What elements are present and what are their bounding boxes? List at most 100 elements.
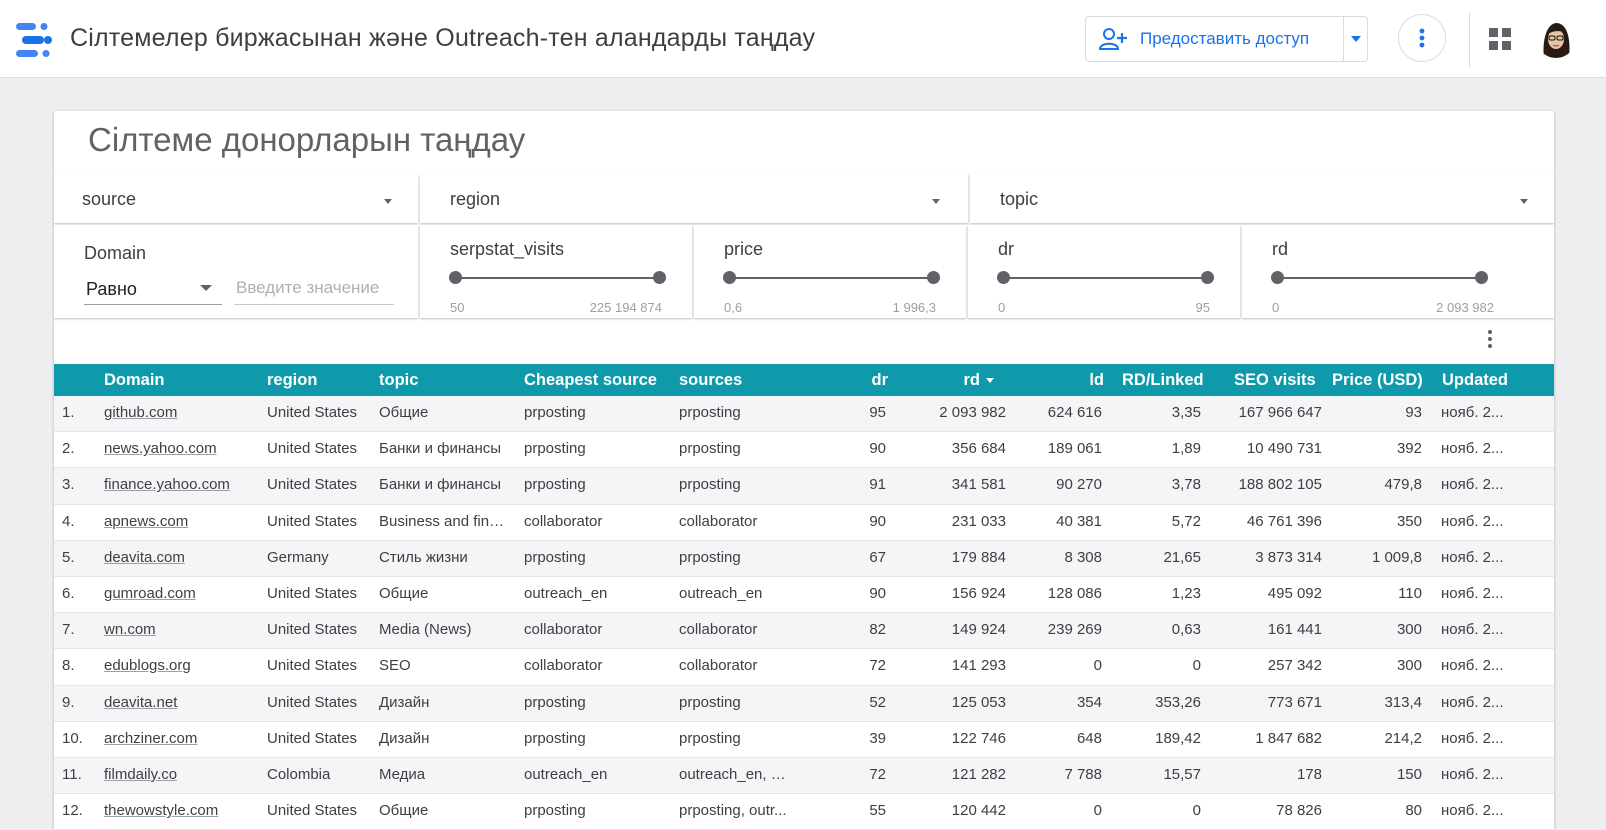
- rd-linked-cell: 353,26: [1155, 693, 1201, 711]
- share-button[interactable]: Предоставить доступ: [1086, 17, 1344, 61]
- rd-slider: rd 0 2 093 982: [1242, 225, 1554, 318]
- updated-cell: нояб. 2...: [1441, 404, 1504, 421]
- share-options-dropdown[interactable]: [1344, 17, 1368, 61]
- table-options-button[interactable]: [1480, 327, 1500, 351]
- slider-max-handle[interactable]: [1475, 271, 1488, 284]
- column-header-updated[interactable]: Updated: [1442, 364, 1508, 396]
- column-header-rd-label: rd: [963, 371, 981, 389]
- domain-link[interactable]: github.com: [104, 396, 254, 432]
- column-header-ld[interactable]: ld: [1014, 364, 1104, 396]
- table-row[interactable]: 12. thewowstyle.com United States Общие prpo…: [54, 794, 1554, 830]
- table-row[interactable]: 4. apnews.com United States Business and fi…: [54, 504, 1554, 541]
- slider-track[interactable]: [1277, 277, 1481, 279]
- slider-min-value: 0: [998, 300, 1006, 315]
- column-header-sources[interactable]: sources: [679, 364, 742, 396]
- ld-cell: 0: [1093, 802, 1102, 820]
- table-row[interactable]: 9. deavita.net United States Дизайн prpostin…: [54, 685, 1554, 722]
- table-row[interactable]: 10. archziner.com United States Дизайн prpos…: [54, 721, 1554, 758]
- price-cell: 392: [1396, 440, 1422, 458]
- domain-link[interactable]: apnews.com: [104, 505, 254, 541]
- report-name[interactable]: Сілтемелер биржасынан және Outreach-тен …: [70, 24, 815, 53]
- slider-min-handle[interactable]: [723, 271, 736, 284]
- caret-down-icon: [1351, 36, 1361, 42]
- domain-link[interactable]: deavita.com: [104, 541, 254, 577]
- domain-value-input[interactable]: [234, 271, 394, 305]
- updated-cell: нояб. 2...: [1441, 440, 1504, 458]
- table-row[interactable]: 5. deavita.com Germany Стиль жизни prposting…: [54, 540, 1554, 577]
- domain-link[interactable]: news.yahoo.com: [104, 432, 254, 468]
- cheapest-source-cell: outreach_en: [524, 765, 608, 783]
- table-row[interactable]: 3. finance.yahoo.com United States Банки и …: [54, 468, 1554, 505]
- table-header: Domain region topic Cheapest source sour…: [54, 364, 1554, 396]
- price-cell: 1 009,8: [1371, 548, 1422, 566]
- apps-grid-icon: [1489, 28, 1511, 50]
- column-header-price[interactable]: Price (USD): [1332, 364, 1423, 396]
- column-header-rd-linked[interactable]: RD/Linked: [1122, 364, 1204, 396]
- rd-linked-cell: 0: [1192, 802, 1201, 820]
- table-row[interactable]: 6. gumroad.com United States Общие outreach_…: [54, 576, 1554, 614]
- rd-cell: 125 053: [951, 693, 1006, 711]
- ld-cell: 0: [1093, 657, 1102, 675]
- topic-filter[interactable]: topic: [970, 174, 1554, 223]
- column-header-cheapest-source[interactable]: Cheapest source: [524, 364, 657, 396]
- domain-link[interactable]: thewowstyle.com: [104, 794, 254, 830]
- region-filter[interactable]: region: [420, 174, 968, 223]
- slider-min-handle[interactable]: [449, 271, 462, 284]
- domain-operator-select[interactable]: Равно: [84, 271, 222, 305]
- table-row[interactable]: 11. filmdaily.co Colombia Медиа outreach_en o…: [54, 757, 1554, 795]
- domain-link[interactable]: edublogs.org: [104, 649, 254, 685]
- table-row[interactable]: 2. news.yahoo.com United States Банки и фин…: [54, 432, 1554, 469]
- column-header-seo-visits[interactable]: SEO visits: [1234, 364, 1316, 396]
- slider-max-handle[interactable]: [653, 271, 666, 284]
- region-cell: United States: [267, 476, 358, 494]
- row-number: 3.: [62, 476, 75, 494]
- more-options-button[interactable]: [1398, 14, 1446, 62]
- slider-label: rd: [1272, 239, 1289, 259]
- region-cell: United States: [267, 729, 358, 747]
- slider-max-value: 1 996,3: [892, 300, 936, 315]
- data-studio-logo-icon[interactable]: [16, 23, 54, 57]
- slider-track[interactable]: [729, 277, 933, 279]
- domain-link[interactable]: gumroad.com: [104, 577, 254, 613]
- column-header-region[interactable]: region: [267, 364, 317, 396]
- rd-linked-cell: 0,63: [1171, 621, 1201, 639]
- slider-min-handle[interactable]: [997, 271, 1010, 284]
- column-header-dr[interactable]: dr: [834, 364, 889, 396]
- caret-down-icon: [1520, 199, 1528, 204]
- source-filter[interactable]: source: [54, 174, 418, 223]
- column-header-topic[interactable]: topic: [379, 364, 418, 396]
- region-cell: United States: [267, 802, 358, 820]
- slider-label: serpstat_visits: [450, 239, 565, 259]
- slider-min-handle[interactable]: [1271, 271, 1284, 284]
- dr-cell: 95: [869, 404, 886, 421]
- topic-cell: Стиль жизни: [379, 548, 468, 566]
- apps-grid-button[interactable]: [1488, 27, 1512, 51]
- table-row[interactable]: 1. github.com United States Общие prposting p…: [54, 396, 1554, 433]
- domain-link[interactable]: filmdaily.co: [104, 758, 254, 794]
- domain-link[interactable]: finance.yahoo.com: [104, 468, 254, 504]
- seo-visits-cell: 188 802 105: [1238, 476, 1322, 494]
- domain-link[interactable]: wn.com: [104, 613, 254, 649]
- ld-cell: 40 381: [1056, 512, 1102, 530]
- topic-cell: Банки и финансы: [379, 440, 502, 458]
- region-cell: United States: [267, 512, 358, 530]
- domain-link[interactable]: deavita.net: [104, 686, 254, 722]
- slider-max-handle[interactable]: [927, 271, 940, 284]
- row-number: 4.: [62, 512, 75, 530]
- column-header-rd[interactable]: rd: [914, 364, 994, 396]
- slider-track[interactable]: [455, 277, 659, 279]
- rd-linked-cell: 3,78: [1171, 476, 1201, 494]
- column-header-domain[interactable]: Domain: [104, 364, 165, 396]
- table-row[interactable]: 8. edublogs.org United States SEO collaborat…: [54, 649, 1554, 686]
- region-cell: United States: [267, 440, 358, 458]
- topic-cell: Дизайн: [379, 693, 430, 711]
- price-cell: 479,8: [1384, 476, 1422, 494]
- user-avatar[interactable]: [1536, 18, 1576, 58]
- cheapest-source-cell: prposting: [524, 440, 586, 458]
- slider-max-handle[interactable]: [1201, 271, 1214, 284]
- ld-cell: 239 269: [1047, 621, 1102, 639]
- domain-link[interactable]: archziner.com: [104, 722, 254, 758]
- slider-track[interactable]: [1003, 277, 1207, 279]
- table-row[interactable]: 7. wn.com United States Media (News) collabo…: [54, 613, 1554, 650]
- cheapest-source-cell: prposting: [524, 476, 586, 494]
